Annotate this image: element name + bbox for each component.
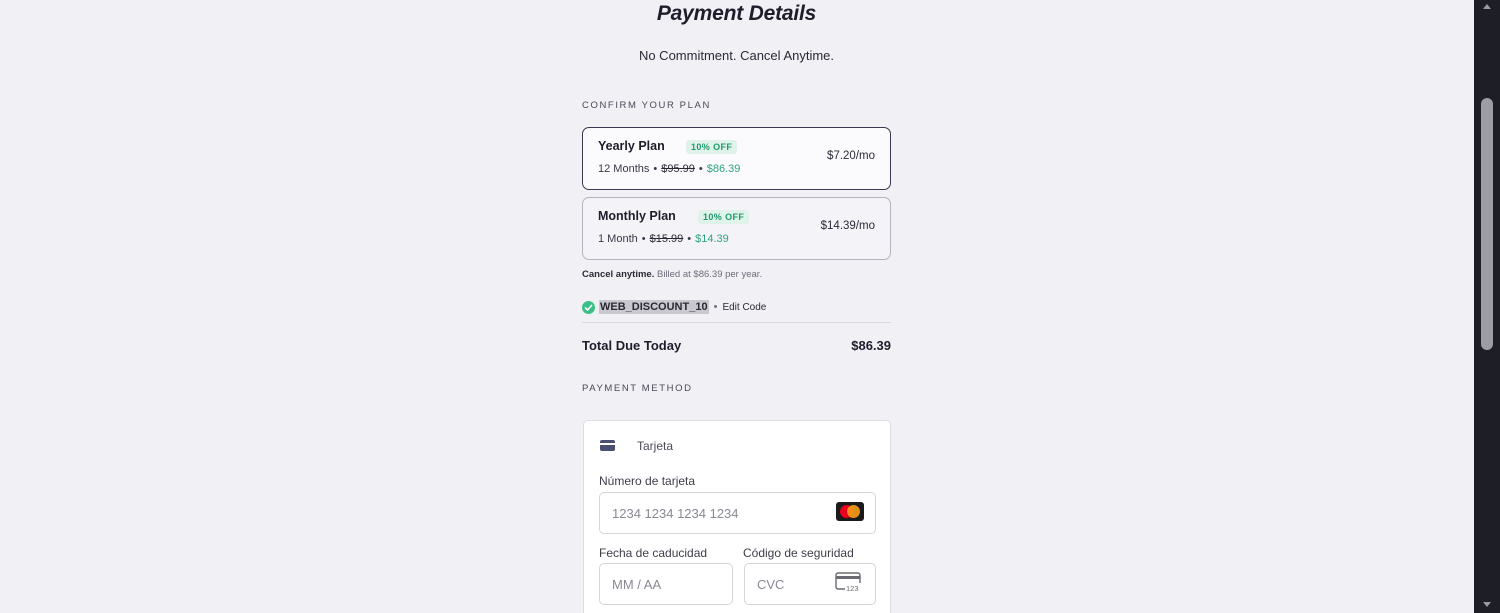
card-number-label: Número de tarjeta [599, 474, 696, 488]
plan-option-monthly[interactable]: Monthly Plan 10% OFF 1 Month • $15.99 • $14.… [582, 197, 891, 260]
plan-duration: 12 Months [598, 163, 650, 175]
billing-note-bold: Cancel anytime. [582, 269, 655, 280]
plan-old-price: $95.99 [661, 163, 695, 175]
detail-separator: • [641, 233, 646, 245]
page: Payment Details No Commitment. Cancel An… [0, 0, 1474, 613]
divider [582, 322, 891, 323]
plan-monthly-price: $7.20/mo [827, 150, 875, 162]
plan-name: Yearly Plan [598, 139, 665, 153]
promo-code: WEB_DISCOUNT_10 [599, 300, 709, 314]
discount-badge: 10% OFF [686, 140, 738, 154]
detail-separator: • [687, 233, 692, 245]
billing-note-text: Billed at $86.39 per year. [656, 269, 763, 280]
plan-new-price: $86.39 [706, 163, 741, 175]
plan-old-price: $15.99 [649, 233, 684, 245]
plan-option-yearly[interactable]: Yearly Plan 10% OFF 12 Months • $95.99 • $86… [582, 127, 891, 190]
scrollbar[interactable] [1474, 0, 1500, 613]
scrollbar-thumb[interactable] [1481, 98, 1493, 350]
billing-note: Cancel anytime. Billed at $86.39 per yea… [582, 269, 762, 280]
card-payment-form: Tarjeta Número de tarjeta Fecha de caduc… [583, 420, 891, 613]
cvc-card-icon: 123 [835, 572, 862, 593]
plan-new-price: $14.39 [695, 233, 729, 245]
promo-separator: • [713, 301, 718, 313]
total-label: Total Due Today [582, 338, 682, 353]
payment-method-label: PAYMENT METHOD [582, 383, 693, 394]
credit-card-icon [600, 440, 615, 451]
plan-monthly-price: $14.39/mo [820, 220, 875, 232]
promo-code-row: WEB_DISCOUNT_10 • Edit Code [582, 299, 766, 315]
detail-separator: • [698, 163, 703, 175]
payment-tab-card[interactable]: Tarjeta [637, 439, 673, 453]
card-number-input[interactable] [599, 492, 876, 534]
plan-name: Monthly Plan [598, 209, 676, 223]
plan-detail: 12 Months • $95.99 • $86.39 [598, 163, 740, 175]
cvc-label: Código de seguridad [743, 546, 854, 560]
page-subtitle: No Commitment. Cancel Anytime. [638, 48, 835, 63]
edit-code-link[interactable]: Edit Code [722, 302, 766, 313]
confirm-plan-label: CONFIRM YOUR PLAN [582, 100, 711, 111]
expiry-input[interactable] [599, 563, 733, 605]
cvc-icon-text: 123 [846, 584, 859, 593]
detail-separator: • [653, 163, 658, 175]
plan-detail: 1 Month • $15.99 • $14.39 [598, 233, 729, 245]
scroll-down-icon[interactable] [1483, 602, 1491, 607]
mastercard-icon [836, 502, 864, 521]
total-value: $86.39 [851, 338, 891, 353]
scroll-up-icon[interactable] [1483, 4, 1491, 9]
plan-duration: 1 Month [598, 233, 638, 245]
check-circle-icon [582, 300, 595, 314]
page-title: Payment Details [656, 2, 817, 25]
discount-badge: 10% OFF [698, 210, 750, 224]
expiry-label: Fecha de caducidad [599, 546, 708, 560]
